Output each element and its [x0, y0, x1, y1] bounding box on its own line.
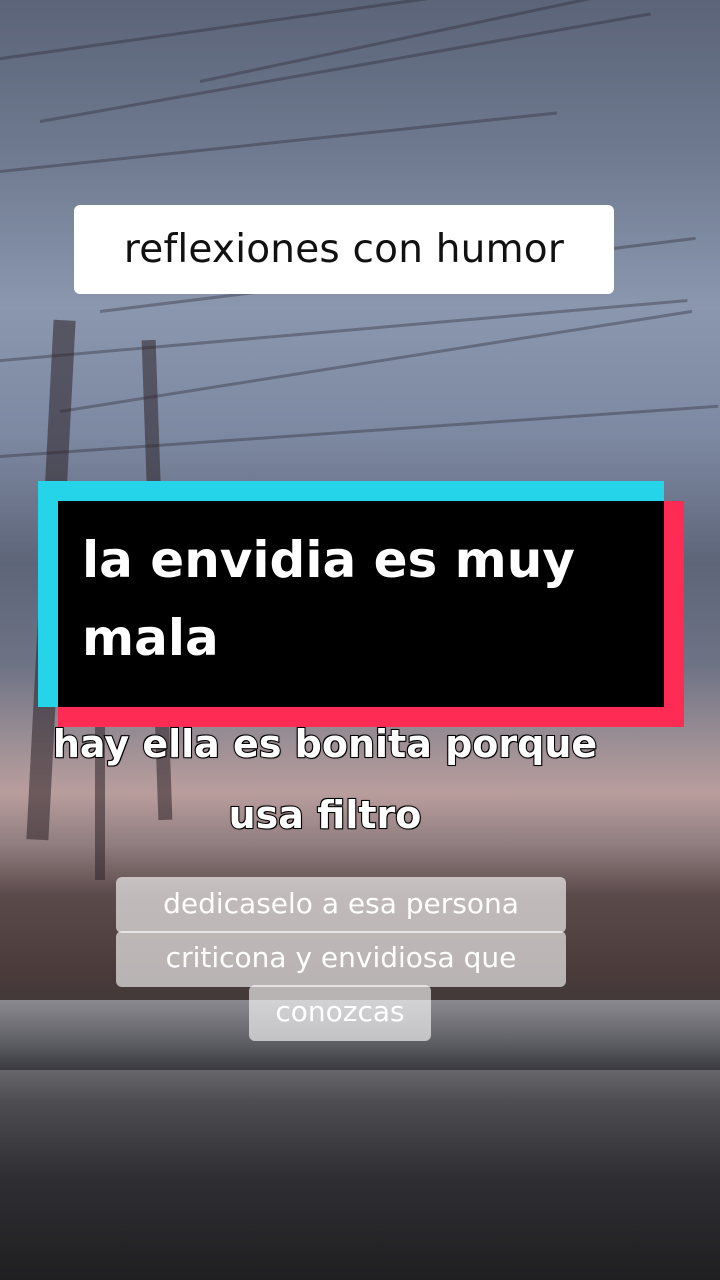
dedication-sticker-line: dedicaselo a esa persona [116, 877, 566, 933]
branch-streak [199, 0, 709, 83]
headline-line: mala [82, 609, 219, 667]
headline-line: la envidia es muy [82, 531, 575, 589]
branch-streak [39, 12, 651, 123]
title-text: reflexiones con humor [123, 227, 565, 272]
title-sticker: reflexiones con humor [74, 205, 614, 294]
caption-line: usa filtro [228, 792, 423, 838]
headline-glitch-box: la envidia es muy mala [38, 481, 684, 727]
dedication-sticker-line: conozcas [249, 985, 431, 1041]
branch-streak [0, 0, 476, 63]
branch-streak [0, 111, 558, 173]
caption-line: hay ella es bonita porque [52, 721, 598, 767]
dedication-sticker-line: criticona y envidiosa que [116, 931, 566, 987]
headline-box: la envidia es muy mala [58, 501, 664, 707]
branch-streak [0, 404, 719, 458]
